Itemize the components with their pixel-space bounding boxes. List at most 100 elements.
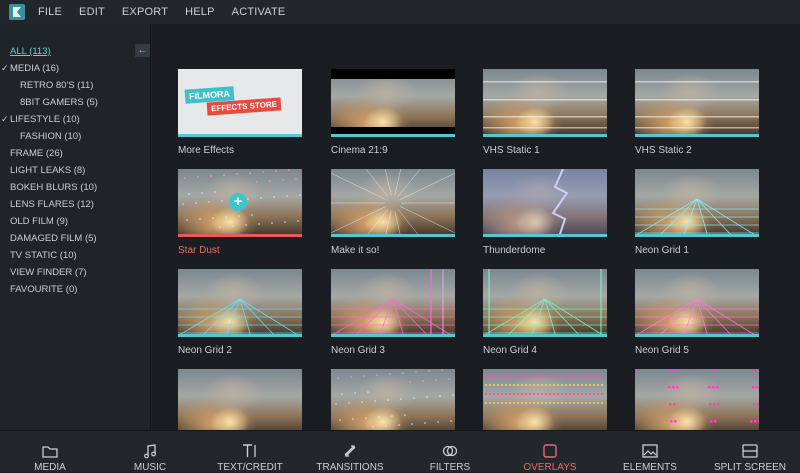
effect-thumbnail[interactable] — [178, 269, 302, 337]
category-item[interactable]: ALL (113) — [0, 43, 135, 60]
menu-activate[interactable]: ACTIVATE — [232, 6, 286, 18]
tab-music[interactable]: MUSIC — [100, 431, 200, 473]
effect-thumbnail[interactable] — [483, 169, 607, 237]
category-label: 8BIT GAMERS (5) — [20, 97, 98, 108]
effect-thumbnail[interactable] — [331, 169, 455, 237]
category-item[interactable]: OLD FILM (9) — [0, 213, 135, 230]
effect-thumbnail[interactable]: + — [178, 169, 302, 237]
category-item[interactable]: RETRO 80'S (11) — [0, 77, 135, 94]
category-item[interactable]: VIEW FINDER (7) — [0, 264, 135, 281]
checkmark-icon: ✓ — [1, 114, 9, 124]
category-item[interactable]: TV STATIC (10) — [0, 247, 135, 264]
effects-grid: FILMORA EFFECTS STORE More Effects Cinema 2… — [152, 24, 800, 430]
effect-tile[interactable]: Make it so! — [331, 169, 455, 256]
effect-tile[interactable]: Neon Grid 4 — [483, 269, 607, 356]
music-note-icon — [141, 442, 159, 460]
category-item[interactable]: FASHION (10) — [0, 128, 135, 145]
category-label: OLD FILM (9) — [10, 216, 69, 227]
effect-tile[interactable] — [635, 369, 759, 430]
tab-label: TEXT/CREDIT — [217, 462, 283, 473]
thumbnail-underline — [331, 334, 455, 337]
add-effect-plus-icon[interactable]: + — [229, 193, 247, 211]
effect-thumbnail[interactable] — [331, 69, 455, 137]
category-item[interactable]: DAMAGED FILM (5) — [0, 230, 135, 247]
thumbnail-underline — [635, 234, 759, 237]
effect-tile[interactable]: Neon Grid 1 — [635, 169, 759, 256]
effect-tile[interactable] — [178, 369, 302, 430]
effect-thumbnail[interactable] — [635, 269, 759, 337]
effect-tile[interactable]: Cinema 21:9 — [331, 69, 455, 156]
effect-thumbnail[interactable] — [331, 269, 455, 337]
category-list: ALL (113) ✓ MEDIA (16) RETRO 80'S (11) 8BIT … — [0, 43, 135, 298]
category-item[interactable]: LIGHT LEAKS (8) — [0, 162, 135, 179]
effect-thumbnail[interactable] — [483, 369, 607, 430]
effect-label: Neon Grid 4 — [483, 345, 537, 356]
category-label: LIGHT LEAKS (8) — [10, 165, 86, 176]
effect-label: Thunderdome — [483, 245, 546, 256]
category-item[interactable]: BOKEH BLURS (10) — [0, 179, 135, 196]
category-item[interactable]: ✓ LIFESTYLE (10) — [0, 111, 135, 128]
effect-tile[interactable]: + Star Dust — [178, 169, 302, 256]
menu-bar: FILE EDIT EXPORT HELP ACTIVATE — [0, 0, 800, 24]
menu-edit[interactable]: EDIT — [79, 6, 105, 18]
category-item[interactable]: LENS FLARES (12) — [0, 196, 135, 213]
category-label: ALL (113) — [10, 46, 51, 57]
category-item[interactable]: 8BIT GAMERS (5) — [0, 94, 135, 111]
tab-elements[interactable]: ELEMENTS — [600, 431, 700, 473]
effect-tile[interactable]: VHS Static 1 — [483, 69, 607, 156]
effect-label: Make it so! — [331, 245, 380, 256]
thumbnail-underline — [483, 234, 607, 237]
effect-tile[interactable]: Neon Grid 2 — [178, 269, 302, 356]
tab-media[interactable]: MEDIA — [0, 431, 100, 473]
effect-thumbnail[interactable] — [635, 69, 759, 137]
category-item[interactable]: FRAME (26) — [0, 145, 135, 162]
effect-thumbnail[interactable] — [635, 369, 759, 430]
effect-tile[interactable] — [483, 369, 607, 430]
effect-tile[interactable] — [331, 369, 455, 430]
effect-thumbnail[interactable] — [483, 69, 607, 137]
category-item[interactable]: FAVOURITE (0) — [0, 281, 135, 298]
thumbnail-underline — [635, 134, 759, 137]
collapse-sidebar-button[interactable]: ← — [135, 44, 150, 57]
effect-thumbnail[interactable] — [483, 269, 607, 337]
effect-tile[interactable]: FILMORA EFFECTS STORE More Effects — [178, 69, 302, 156]
tab-label: TRANSITIONS — [316, 462, 384, 473]
category-label: LENS FLARES (12) — [10, 199, 94, 210]
category-label: DAMAGED FILM (5) — [10, 233, 97, 244]
bottom-tab-bar: MEDIA MUSIC TEXT/CREDIT TRANSITIONS FILTERS O… — [0, 430, 800, 473]
filters-icon — [441, 442, 459, 460]
tab-text-credit[interactable]: TEXT/CREDIT — [200, 431, 300, 473]
thumbnail-underline — [178, 134, 302, 137]
effect-label: More Effects — [178, 145, 234, 156]
effect-label: Neon Grid 3 — [331, 345, 385, 356]
effect-thumbnail[interactable] — [178, 369, 302, 430]
folder-icon — [41, 442, 59, 460]
effect-tile[interactable]: Neon Grid 5 — [635, 269, 759, 356]
menu-help[interactable]: HELP — [185, 6, 215, 18]
tab-transitions[interactable]: TRANSITIONS — [300, 431, 400, 473]
category-label: RETRO 80'S (11) — [20, 80, 94, 91]
elements-icon — [641, 442, 659, 460]
menu-file[interactable]: FILE — [38, 6, 62, 18]
effect-thumbnail[interactable]: FILMORA EFFECTS STORE — [178, 69, 302, 137]
effect-tile[interactable]: Thunderdome — [483, 169, 607, 256]
effect-thumbnail[interactable] — [635, 169, 759, 237]
effect-label: Cinema 21:9 — [331, 145, 388, 156]
category-label: FAVOURITE (0) — [10, 284, 78, 295]
tab-split-screen[interactable]: SPLIT SCREEN — [700, 431, 800, 473]
category-label: BOKEH BLURS (10) — [10, 182, 98, 193]
effect-tile[interactable]: VHS Static 2 — [635, 69, 759, 156]
category-item[interactable]: ✓ MEDIA (16) — [0, 60, 135, 77]
category-label: FRAME (26) — [10, 148, 63, 159]
thumbnail-underline — [178, 234, 302, 237]
tab-label: ELEMENTS — [623, 462, 677, 473]
effect-tile[interactable]: Neon Grid 3 — [331, 269, 455, 356]
tab-label: SPLIT SCREEN — [713, 462, 787, 473]
category-label: VIEW FINDER (7) — [10, 267, 87, 278]
tab-overlays[interactable]: OVERLAYS — [500, 431, 600, 473]
effect-thumbnail[interactable] — [331, 369, 455, 430]
thumbnail-underline — [483, 134, 607, 137]
thumbnail-underline — [635, 334, 759, 337]
tab-filters[interactable]: FILTERS — [400, 431, 500, 473]
menu-export[interactable]: EXPORT — [122, 6, 168, 18]
